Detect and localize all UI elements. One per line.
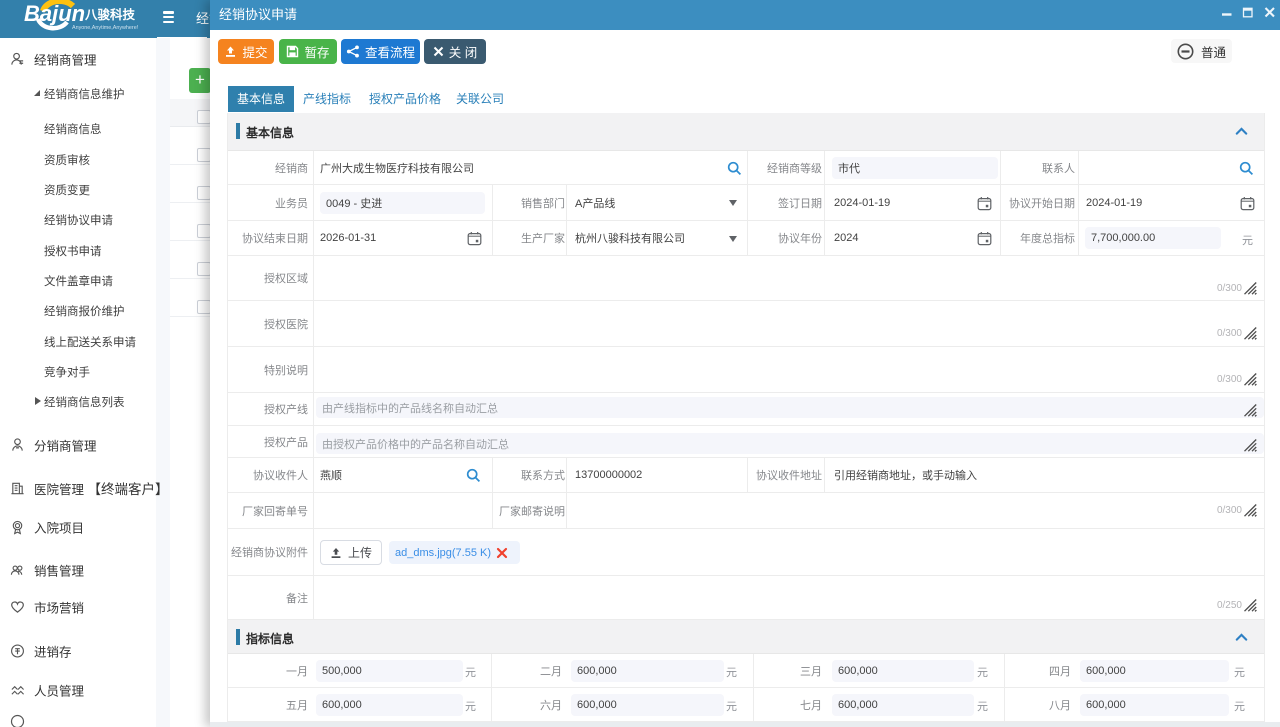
svg-text:八骏科技: 八骏科技 [84,7,136,22]
svg-text:Bajun: Bajun [24,1,85,26]
svg-text:Anyone,Anytime,Anywhere!: Anyone,Anytime,Anywhere! [72,25,139,31]
